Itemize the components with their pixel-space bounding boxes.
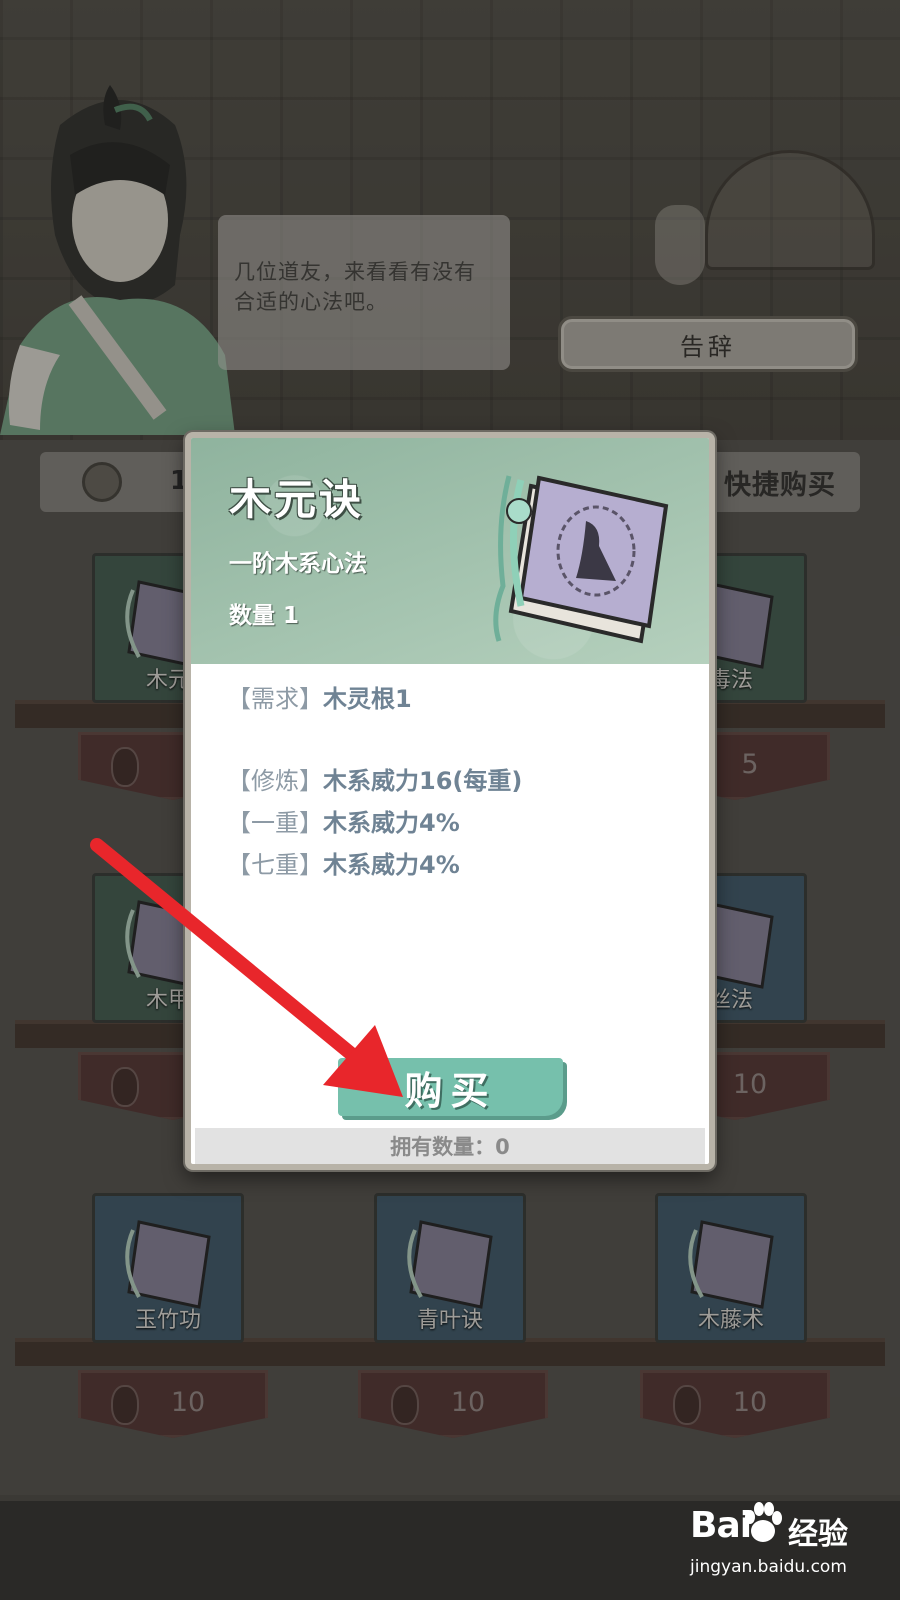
paw-icon (745, 1502, 782, 1542)
manual-book-icon (493, 475, 669, 644)
stat-line: 【修炼】木系威力16(每重) (227, 760, 687, 802)
item-quantity: 数量 1 (229, 603, 300, 629)
red-arrow-annotation (90, 838, 403, 1097)
stat-text: 木系威力4% (323, 809, 460, 837)
stat-text: 木系威力16(每重) (323, 767, 523, 795)
stat-line: 【需求】木灵根1 (227, 678, 687, 720)
stat-tag: 【需求】 (227, 685, 323, 713)
stat-text: 木灵根1 (323, 685, 412, 713)
stat-tag: 【修炼】 (227, 767, 323, 795)
baidu-jingyan-watermark: Bai 经验 jingyan.baidu.com (690, 1502, 890, 1590)
stat-tag: 【一重】 (227, 809, 323, 837)
owned-count: 拥有数量：0 (195, 1128, 705, 1164)
watermark-label: 经验 (788, 1517, 848, 1552)
watermark-url: jingyan.baidu.com (690, 1557, 847, 1577)
item-subtitle: 一阶木系心法 (229, 551, 367, 577)
modal-header: 木元诀 一阶木系心法 数量 1 (191, 438, 709, 664)
item-title: 木元诀 (229, 475, 365, 524)
